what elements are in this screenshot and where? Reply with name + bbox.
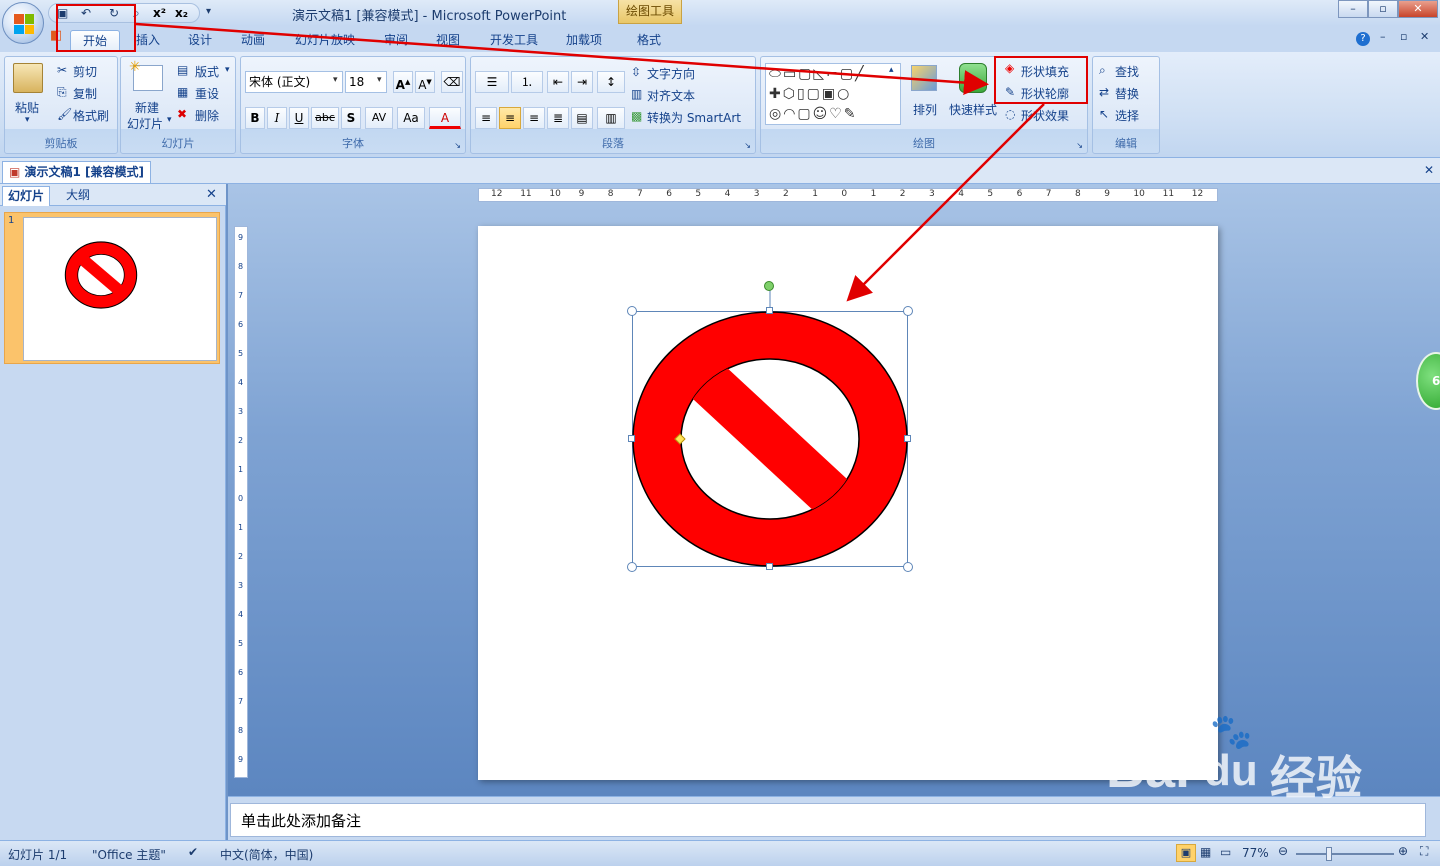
watermark-url: jingyan.baidu.com [1110,800,1320,830]
watermark-brand-b: du [1204,746,1258,795]
baidu-watermark: Bai 🐾 du 经验 jingyan.baidu.com [1100,712,1430,832]
watermark-brand-c: 经验 [1270,751,1362,805]
watermark-brand-a: Bai [1106,739,1191,799]
